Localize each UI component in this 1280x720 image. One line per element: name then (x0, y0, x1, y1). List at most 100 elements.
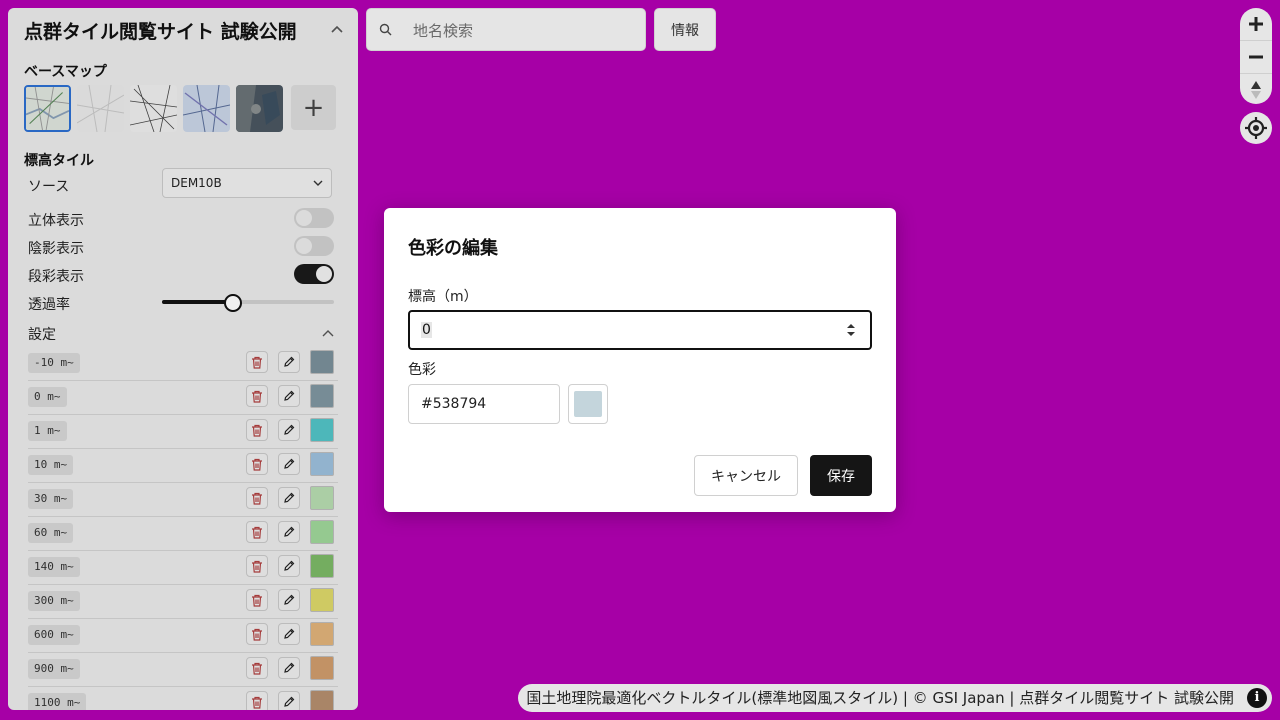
trash-icon (252, 390, 262, 403)
trash-icon (252, 356, 262, 369)
delete-button[interactable] (246, 385, 268, 407)
elevation-stop-label: 0 m~ (28, 387, 67, 407)
color-swatch[interactable] (310, 520, 334, 544)
standard-map-icon (26, 87, 69, 130)
compass-button[interactable] (1240, 73, 1272, 104)
delete-button[interactable] (246, 351, 268, 373)
pencil-icon (284, 458, 295, 469)
list-item: 900 m~ (28, 653, 338, 687)
edit-button[interactable] (278, 385, 300, 407)
delete-button[interactable] (246, 521, 268, 543)
opacity-slider[interactable] (162, 294, 334, 312)
edit-button[interactable] (278, 555, 300, 577)
basemap-thumbnails: + (24, 85, 336, 132)
chevron-up-icon[interactable] (322, 328, 334, 340)
delete-button[interactable] (246, 555, 268, 577)
edit-button[interactable] (278, 623, 300, 645)
delete-button[interactable] (246, 589, 268, 611)
chevron-down-icon (313, 180, 323, 186)
english-map-icon (183, 85, 230, 132)
color-swatch[interactable] (310, 690, 334, 710)
spinner-arrows-icon[interactable] (846, 322, 856, 338)
edit-button[interactable] (278, 657, 300, 679)
opacity-slider-handle[interactable] (223, 294, 242, 312)
basemap-pale[interactable] (77, 85, 124, 132)
color-picker-button[interactable] (568, 384, 608, 424)
list-item: 140 m~ (28, 551, 338, 585)
color-swatch[interactable] (310, 452, 334, 476)
search-input[interactable] (411, 19, 635, 43)
list-item: 0 m~ (28, 381, 338, 415)
elevation-field-label: 標高（m） (408, 289, 478, 305)
source-select[interactable]: DEM10B (162, 168, 332, 198)
elevation-stop-label: 1100 m~ (28, 693, 87, 710)
place-search-box[interactable] (366, 8, 646, 51)
zoom-out-button[interactable] (1240, 40, 1272, 73)
elevation-stop-label: 900 m~ (28, 659, 80, 679)
edit-button[interactable] (278, 419, 300, 441)
toggle-3d[interactable] (294, 208, 334, 228)
edit-button[interactable] (278, 351, 300, 373)
basemap-blank[interactable] (130, 85, 177, 132)
list-item: 600 m~ (28, 619, 338, 653)
pencil-icon (284, 390, 295, 401)
pencil-icon (284, 492, 295, 503)
add-basemap-button[interactable]: + (291, 85, 336, 130)
elevation-stop-label: 600 m~ (28, 625, 80, 645)
toggle-color-relief[interactable] (294, 264, 334, 284)
list-item: 10 m~ (28, 449, 338, 483)
edit-button[interactable] (278, 589, 300, 611)
color-preview-swatch (574, 391, 602, 417)
delete-button[interactable] (246, 657, 268, 679)
color-swatch[interactable] (310, 588, 334, 612)
elevation-input[interactable]: 0 (408, 310, 872, 350)
pencil-icon (284, 526, 295, 537)
source-label: ソース (28, 179, 70, 195)
edit-button[interactable] (278, 691, 300, 710)
trash-icon (252, 594, 262, 607)
trash-icon (252, 628, 262, 641)
color-swatch[interactable] (310, 350, 334, 374)
save-button[interactable]: 保存 (810, 455, 872, 496)
basemap-standard[interactable] (24, 85, 71, 132)
compass-icon (1251, 81, 1261, 99)
basemap-aerial[interactable] (236, 85, 283, 132)
trash-icon (252, 458, 262, 471)
color-swatch[interactable] (310, 418, 334, 442)
basemap-english[interactable] (183, 85, 230, 132)
info-button[interactable]: 情報 (654, 8, 716, 51)
chevron-up-icon[interactable] (330, 22, 344, 36)
zoom-in-button[interactable] (1240, 8, 1272, 40)
color-swatch[interactable] (310, 622, 334, 646)
color-stop-list: -10 m~ 0 m~ 1 m~ 10 m~ 30 m~ 60 m~ 140 m~ 300 m… (28, 347, 338, 710)
toggle-hillshade[interactable] (294, 236, 334, 256)
pencil-icon (284, 662, 295, 673)
delete-button[interactable] (246, 419, 268, 441)
edit-button[interactable] (278, 453, 300, 475)
basemap-label: ベースマップ (24, 64, 107, 80)
delete-button[interactable] (246, 487, 268, 509)
pale-map-icon (77, 85, 124, 132)
edit-button[interactable] (278, 521, 300, 543)
color-hex-input[interactable]: #538794 (408, 384, 560, 424)
color-swatch[interactable] (310, 656, 334, 680)
pencil-icon (284, 356, 295, 367)
pencil-icon (284, 696, 295, 707)
cancel-button[interactable]: キャンセル (694, 455, 798, 496)
color-swatch[interactable] (310, 554, 334, 578)
pencil-icon (284, 594, 295, 605)
panel-title: 点群タイル閲覧サイト 試験公開 (24, 21, 297, 43)
color-swatch[interactable] (310, 486, 334, 510)
minus-icon (1249, 55, 1263, 59)
dialog-title: 色彩の編集 (408, 238, 498, 259)
geolocate-button[interactable] (1240, 112, 1272, 144)
info-icon[interactable]: i (1247, 688, 1267, 708)
delete-button[interactable] (246, 691, 268, 710)
toggle-label-3d: 立体表示 (28, 213, 84, 229)
delete-button[interactable] (246, 453, 268, 475)
delete-button[interactable] (246, 623, 268, 645)
aerial-photo-icon (236, 85, 283, 132)
color-swatch[interactable] (310, 384, 334, 408)
list-item: 300 m~ (28, 585, 338, 619)
edit-button[interactable] (278, 487, 300, 509)
